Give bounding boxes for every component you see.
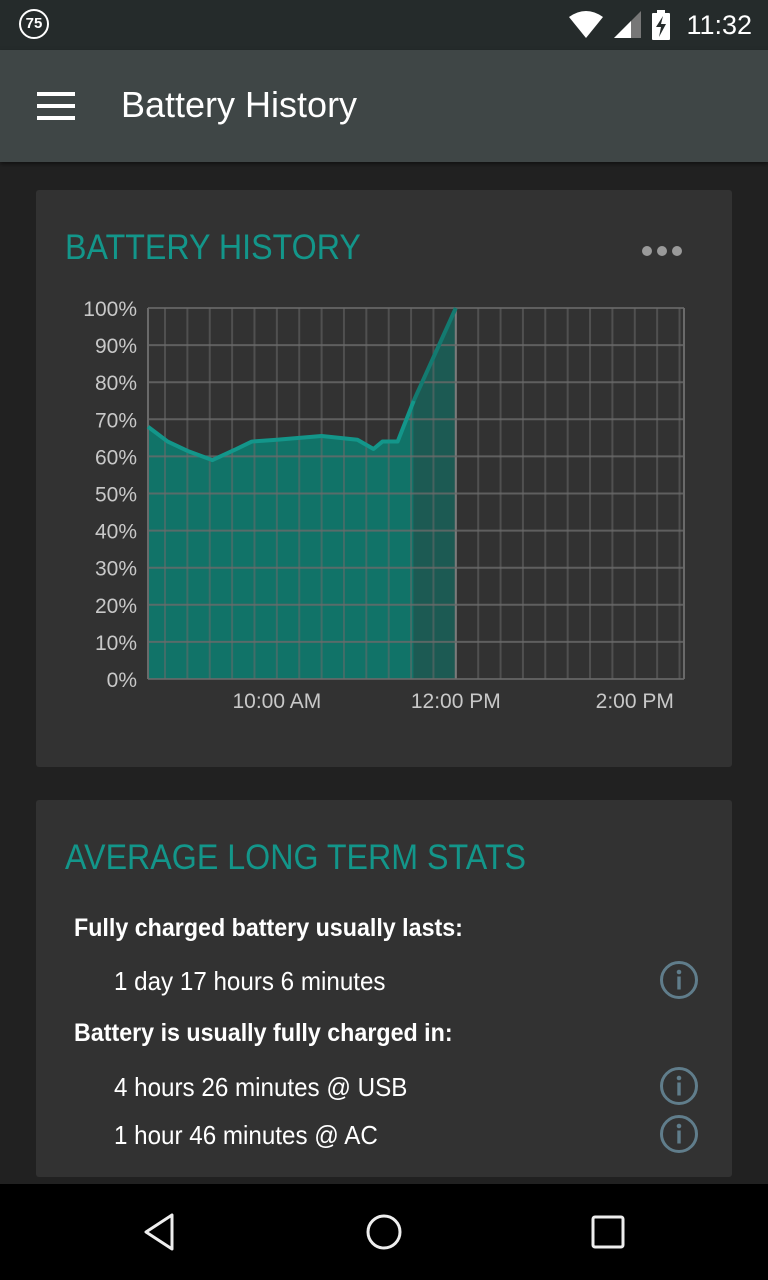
hamburger-menu-icon[interactable]	[37, 92, 75, 120]
usb-charge-value: 4 hours 26 minutes @ USB	[114, 1072, 408, 1102]
x-tick-label: 10:00 AM	[232, 690, 321, 713]
app-toolbar: Battery History	[0, 50, 768, 162]
lasts-value: 1 day 17 hours 6 minutes	[114, 966, 386, 996]
y-tick-label: 70%	[95, 409, 137, 432]
y-tick-label: 60%	[95, 446, 137, 469]
y-tick-label: 80%	[95, 372, 137, 395]
status-bar: 75 11:32	[0, 0, 768, 50]
y-tick-label: 40%	[95, 521, 137, 544]
lasts-label: Fully charged battery usually lasts:	[74, 914, 463, 942]
back-icon[interactable]	[140, 1212, 180, 1252]
y-tick-label: 30%	[95, 558, 137, 581]
recents-icon[interactable]	[588, 1212, 628, 1252]
info-circle-icon[interactable]	[659, 1114, 699, 1154]
y-tick-label: 90%	[95, 335, 137, 358]
page-title: Battery History	[121, 84, 358, 125]
x-tick-label: 2:00 PM	[596, 690, 674, 713]
y-tick-label: 20%	[95, 595, 137, 618]
wifi-icon	[569, 11, 604, 38]
battery-charging-icon	[652, 10, 671, 40]
long-term-stats-card: AVERAGE LONG TERM STATS Fully charged ba…	[36, 800, 732, 1177]
battery-history-card: BATTERY HISTORY 0% 10% 20% 30% 40% 50% 60% 70% 8…	[36, 190, 732, 767]
y-tick-label: 100%	[83, 298, 137, 321]
home-icon[interactable]	[364, 1212, 404, 1252]
info-circle-icon[interactable]	[659, 960, 699, 1000]
clock: 11:32	[686, 9, 752, 40]
stats-title: AVERAGE LONG TERM STATS	[65, 838, 527, 877]
x-tick-label: 12:00 PM	[411, 690, 501, 713]
ac-charge-value: 1 hour 46 minutes @ AC	[114, 1120, 378, 1150]
navigation-bar	[0, 1184, 768, 1280]
charged-label: Battery is usually fully charged in:	[74, 1019, 453, 1047]
y-tick-label: 10%	[95, 632, 137, 655]
status-icons: 11:32	[568, 0, 752, 50]
cell-signal-icon	[614, 11, 642, 38]
battery-history-chart: 0% 10% 20% 30% 40% 50% 60% 70% 80% 90% 100% 10:00 A…	[83, 298, 685, 713]
notification-badge: 75	[19, 9, 49, 39]
info-circle-icon[interactable]	[659, 1066, 699, 1106]
y-tick-label: 0%	[107, 669, 137, 692]
y-tick-label: 50%	[95, 484, 137, 507]
